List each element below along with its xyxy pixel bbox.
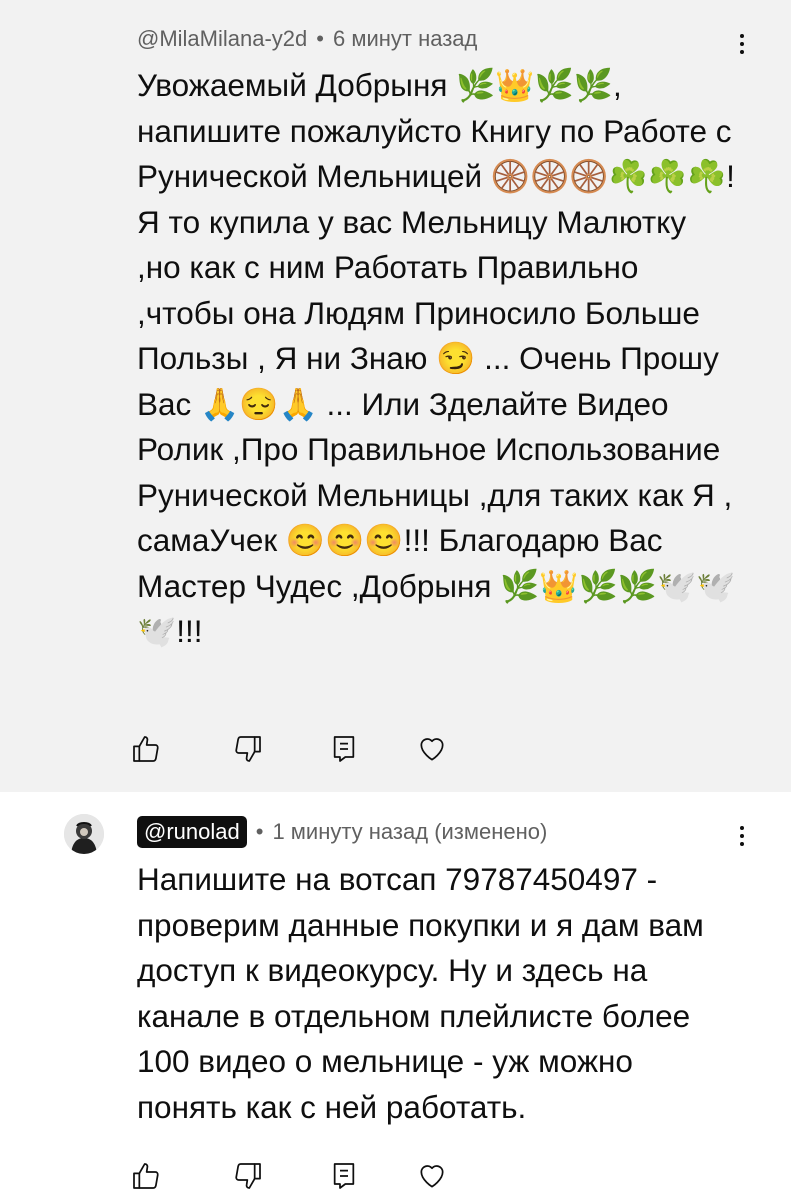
heart-icon[interactable] (416, 1160, 448, 1192)
comment-1-actions (130, 733, 460, 765)
comment-1-text: Увожаемый Добрыня 🌿👑🌿🌿, напишите пожалуй… (137, 67, 736, 649)
avatar[interactable] (64, 814, 104, 854)
reply-icon[interactable] (328, 1160, 360, 1192)
comment-2-text: Напишите на вотсап 79787450497 - провери… (137, 861, 704, 1125)
comment-2-author[interactable]: @runolad (137, 816, 247, 848)
reply-icon[interactable] (328, 733, 360, 765)
comment-2-time: 1 минуту назад (изменено) (272, 819, 548, 844)
comment-2-more-vertical-icon[interactable] (732, 818, 752, 854)
meta-separator: • (255, 819, 264, 844)
comment-1: @MilaMilana-y2d • 6 минут назад Увожаемы… (0, 0, 791, 792)
heart-icon[interactable] (416, 733, 448, 765)
comment-1-meta: @MilaMilana-y2d • 6 минут назад (137, 26, 477, 52)
meta-separator: • (316, 26, 324, 51)
thumb-up-icon[interactable] (130, 733, 162, 765)
comment-1-author[interactable]: @MilaMilana-y2d (137, 26, 307, 52)
thumb-down-icon[interactable] (232, 1160, 264, 1192)
comment-1-more-vertical-icon[interactable] (732, 26, 752, 62)
thumb-down-icon[interactable] (232, 733, 264, 765)
comment-2: @runolad • 1 минуту назад (изменено) Нап… (0, 792, 791, 1200)
comment-1-time: 6 минут назад (332, 26, 478, 51)
thumb-up-icon[interactable] (130, 1160, 162, 1192)
comment-2-meta: @runolad • 1 минуту назад (изменено) (137, 816, 547, 848)
comment-2-actions (130, 1160, 460, 1192)
